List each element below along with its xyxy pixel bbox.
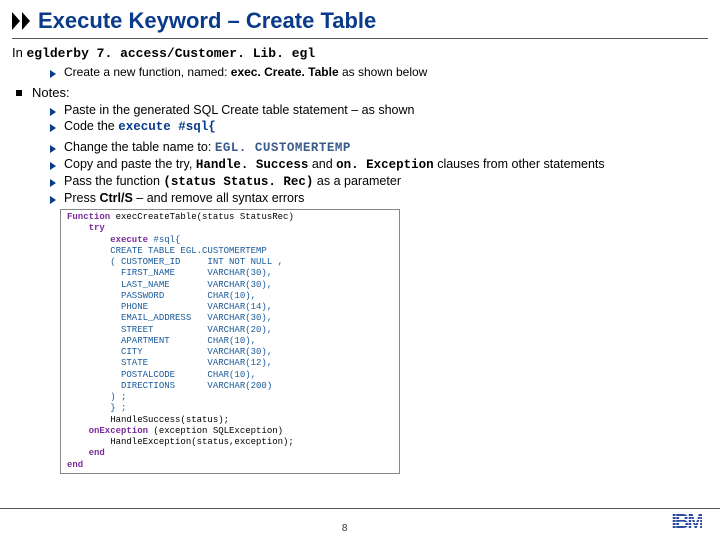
note-text: Paste in the generated SQL Create table … (64, 103, 414, 117)
code-sample: Function execCreateTable(status StatusRe… (60, 209, 400, 474)
fast-forward-icon (12, 12, 32, 30)
notes-item: Copy and paste the try, Handle. Success … (50, 157, 708, 172)
notes-item: Code the execute #sql{ (50, 119, 708, 134)
bullet-icon (50, 179, 56, 187)
bullet-icon (50, 108, 56, 116)
slide-title: Execute Keyword – Create Table (38, 8, 376, 34)
create-function-line: Create a new function, named: exec. Crea… (50, 65, 708, 79)
notes-item: Press Ctrl/S – and remove all syntax err… (50, 191, 708, 205)
note-text: Pass the function (status Status. Rec) a… (64, 174, 401, 189)
note-text: Code the execute #sql{ (64, 119, 216, 134)
notes-heading-row: Notes: (12, 85, 708, 100)
notes-item: Pass the function (status Status. Rec) a… (50, 174, 708, 189)
footer: 8 IBM (0, 508, 720, 534)
create-function-text: Create a new function, named: exec. Crea… (64, 65, 427, 79)
ibm-logo: IBM (671, 511, 702, 534)
context-line: In eglderby 7. access/Customer. Lib. egl (12, 45, 708, 61)
notes-list: Paste in the generated SQL Create table … (50, 103, 708, 205)
bullet-icon (50, 124, 56, 132)
bullet-icon (50, 145, 56, 153)
note-text: Copy and paste the try, Handle. Success … (64, 157, 605, 172)
bullet-icon (50, 196, 56, 204)
notes-item: Paste in the generated SQL Create table … (50, 103, 708, 117)
slide-root: Execute Keyword – Create Table In eglder… (0, 0, 720, 540)
square-bullet-icon (16, 90, 22, 96)
page-number: 8 (342, 523, 348, 534)
bullet-icon (50, 70, 56, 78)
divider (12, 38, 708, 39)
notes-label: Notes: (32, 85, 70, 100)
bullet-icon (50, 162, 56, 170)
title-row: Execute Keyword – Create Table (12, 8, 708, 34)
file-path: eglderby 7. access/Customer. Lib. egl (26, 46, 315, 61)
note-text: Change the table name to: EGL. CUSTOMERT… (64, 140, 351, 155)
notes-item: Change the table name to: EGL. CUSTOMERT… (50, 140, 708, 155)
in-prefix: In (12, 45, 23, 60)
note-text: Press Ctrl/S – and remove all syntax err… (64, 191, 304, 205)
